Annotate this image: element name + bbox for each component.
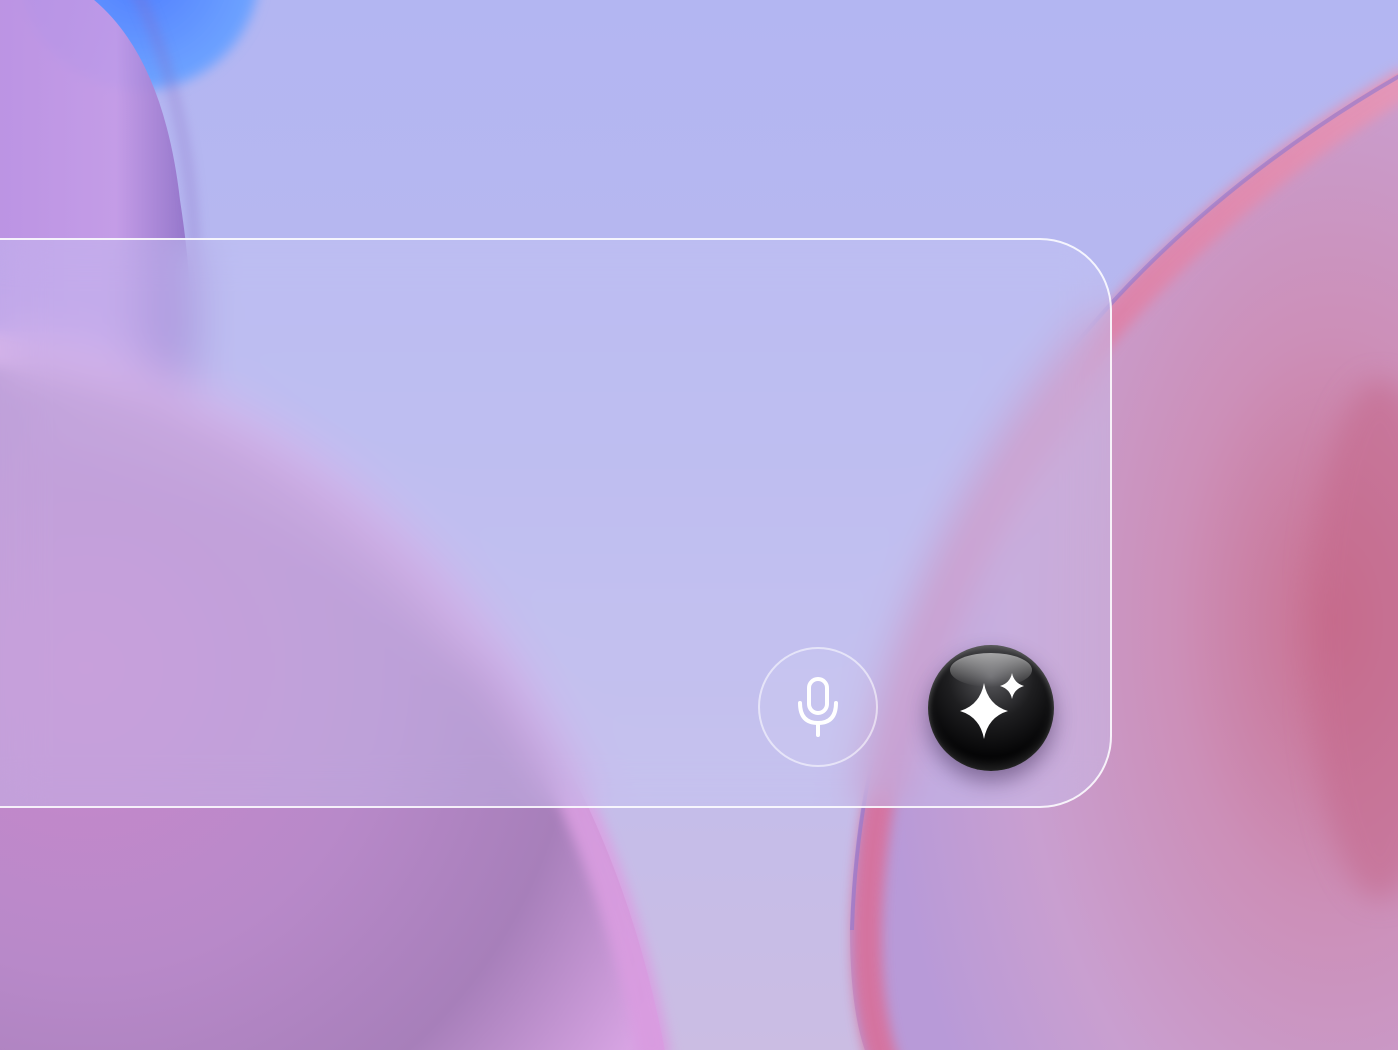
microphone-button[interactable] — [758, 647, 878, 767]
microphone-icon — [798, 677, 838, 737]
generate-ai-button[interactable] — [928, 645, 1054, 771]
app-canvas — [0, 0, 1398, 1050]
sparkles-icon — [960, 673, 1024, 739]
prompt-input[interactable] — [20, 280, 924, 624]
prompt-panel — [0, 238, 1112, 808]
